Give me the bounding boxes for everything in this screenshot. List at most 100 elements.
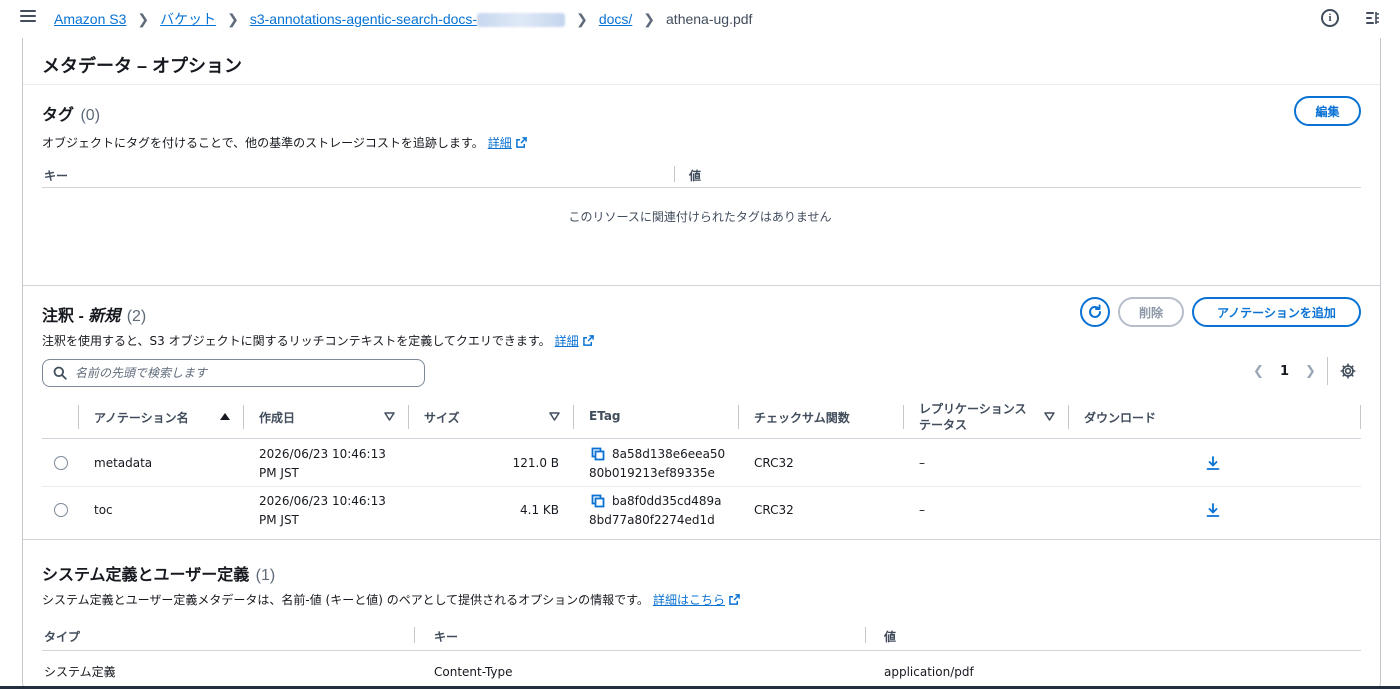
page-title: メタデータ – オプション xyxy=(42,56,243,76)
table-header-line xyxy=(42,650,1361,651)
pager-divider xyxy=(1327,357,1328,385)
column-value: 値 xyxy=(884,630,897,644)
breadcrumb-bucket[interactable]: s3-annotations-agentic-search-docs- xyxy=(249,10,566,28)
column-key: キー xyxy=(434,630,459,644)
system-metadata-title-text: システム定義とユーザー定義 xyxy=(42,567,250,584)
tags-description-text: オブジェクトにタグを付けることで、他の基準のストレージコストを追跡します。 xyxy=(42,136,484,150)
annotation-name: metadata xyxy=(94,456,153,470)
breadcrumb: Amazon S3 ❯ バケット ❯ s3-annotations-agenti… xyxy=(54,10,752,28)
column-size[interactable]: サイズ xyxy=(424,409,460,426)
annotations-title-emph: 新規 xyxy=(88,308,121,325)
external-link-icon xyxy=(729,594,740,605)
annotations-description-text: 注釈を使用すると、S3 オブジェクトに関するリッチコンテキストを定義してクエリで… xyxy=(42,334,551,348)
created-date: 2026/06/23 10:46:13 xyxy=(259,447,386,461)
column-value: 値 xyxy=(689,169,702,183)
search-icon xyxy=(53,366,67,380)
menu-icon[interactable] xyxy=(20,10,36,24)
section-divider xyxy=(23,539,1380,540)
column-type: タイプ xyxy=(44,630,81,644)
metadata-type: システム定義 xyxy=(44,665,116,679)
next-page-icon[interactable]: ❯ xyxy=(1305,364,1316,379)
row-select-radio[interactable] xyxy=(54,456,68,470)
etag-line2: 80b019213ef89335e xyxy=(589,466,715,480)
annotations-title-prefix: 注釈 - xyxy=(42,308,89,325)
bucket-name: s3-annotations-agentic-search-docs- xyxy=(249,10,478,27)
system-metadata-title: システム定義とユーザー定義 (1) xyxy=(42,561,275,585)
created-date: 2026/06/23 10:46:13 xyxy=(259,494,386,508)
sort-icon[interactable] xyxy=(549,412,560,421)
annotations-title: 注釈 - 新規 (2) xyxy=(42,302,146,326)
column-divider xyxy=(243,405,244,429)
divider xyxy=(23,84,1380,85)
etag-line1: 8a58d138e6eea50 xyxy=(612,447,726,461)
redacted-bucket-suffix xyxy=(477,13,566,28)
column-download: ダウンロード xyxy=(1084,411,1157,425)
size: 121.0 B xyxy=(512,456,559,470)
annotation-name: toc xyxy=(94,503,113,517)
checksum: CRC32 xyxy=(754,503,794,517)
column-divider xyxy=(903,405,904,429)
replication-status: – xyxy=(919,503,925,517)
annotation-search[interactable] xyxy=(42,359,425,387)
breadcrumb-folder[interactable]: docs/ xyxy=(599,11,632,27)
column-key: キー xyxy=(44,169,69,183)
column-etag: ETag xyxy=(589,409,621,423)
metadata-value: application/pdf xyxy=(884,665,974,679)
download-icon[interactable] xyxy=(1206,503,1220,517)
column-replication-line1: レプリケーションス xyxy=(919,402,1027,416)
annotations-learn-more-text: 詳細 xyxy=(554,334,579,348)
page-number[interactable]: 1 xyxy=(1280,364,1289,379)
column-checksum: チェックサム関数 xyxy=(754,411,850,425)
section-divider xyxy=(23,285,1380,286)
split-panel-icon[interactable] xyxy=(1364,9,1382,27)
system-metadata-learn-more-link[interactable]: 詳細はこちら xyxy=(653,593,740,607)
chevron-right-icon: ❯ xyxy=(137,10,150,27)
external-link-icon xyxy=(515,137,527,148)
edit-tags-button[interactable]: 編集 xyxy=(1294,96,1361,126)
prev-page-icon[interactable]: ❮ xyxy=(1253,364,1264,379)
column-created[interactable]: 作成日 xyxy=(259,409,295,426)
created-time-zone: PM JST xyxy=(259,466,299,480)
sort-ascending-icon[interactable] xyxy=(220,413,230,420)
gear-icon[interactable] xyxy=(1340,363,1356,379)
row-select-radio[interactable] xyxy=(54,503,68,517)
table-header-line xyxy=(42,438,1361,439)
annotations-count: (2) xyxy=(126,308,147,325)
column-divider xyxy=(573,405,574,429)
tags-title: タグ (0) xyxy=(42,101,100,125)
copy-icon[interactable] xyxy=(591,447,605,461)
system-metadata-description-text: システム定義とユーザー定義メタデータは、名前-値 (キーと値) のペアとして提供… xyxy=(42,593,649,607)
column-replication-line2: テータス xyxy=(919,418,968,432)
breadcrumb-amazon-s3[interactable]: Amazon S3 xyxy=(54,11,126,27)
breadcrumb-current: athena-ug.pdf xyxy=(666,11,753,27)
tags-description: オブジェクトにタグを付けることで、他の基準のストレージコストを追跡します。 詳細 xyxy=(42,134,527,151)
column-annotation-name[interactable]: アノテーション名 xyxy=(94,409,189,426)
add-annotation-button[interactable]: アノテーションを追加 xyxy=(1192,297,1361,327)
system-metadata-learn-more-text: 詳細はこちら xyxy=(652,593,725,607)
tags-empty-message: このリソースに関連付けられたタグはありません xyxy=(568,210,832,224)
tags-learn-more-text: 詳細 xyxy=(487,136,512,150)
breadcrumb-buckets[interactable]: バケット xyxy=(160,9,216,29)
annotations-learn-more-link[interactable]: 詳細 xyxy=(555,334,594,348)
download-icon[interactable] xyxy=(1206,456,1220,470)
system-metadata-count: (1) xyxy=(255,567,276,584)
column-divider xyxy=(1068,405,1069,429)
metadata-key: Content-Type xyxy=(434,665,513,679)
copy-icon[interactable] xyxy=(591,494,605,508)
delete-button[interactable]: 削除 xyxy=(1118,297,1184,327)
table-header-line xyxy=(42,187,1361,188)
external-link-icon xyxy=(582,335,594,346)
search-input[interactable] xyxy=(75,364,415,382)
annotations-description: 注釈を使用すると、S3 オブジェクトに関するリッチコンテキストを定義してクエリで… xyxy=(42,332,594,349)
top-navigation-bar: Amazon S3 ❯ バケット ❯ s3-annotations-agenti… xyxy=(0,0,1400,38)
sort-icon[interactable] xyxy=(1044,412,1055,421)
column-replication-status[interactable]: レプリケーションス テータス xyxy=(919,401,1027,433)
sort-icon[interactable] xyxy=(384,412,395,421)
column-divider xyxy=(414,627,415,643)
refresh-button[interactable] xyxy=(1080,297,1110,327)
column-divider xyxy=(1360,405,1361,429)
etag-line2: 8bd77a80f2274ed1d xyxy=(589,513,715,527)
tags-learn-more-link[interactable]: 詳細 xyxy=(488,136,527,150)
size: 4.1 KB xyxy=(520,503,559,517)
info-icon[interactable]: i xyxy=(1321,9,1339,27)
